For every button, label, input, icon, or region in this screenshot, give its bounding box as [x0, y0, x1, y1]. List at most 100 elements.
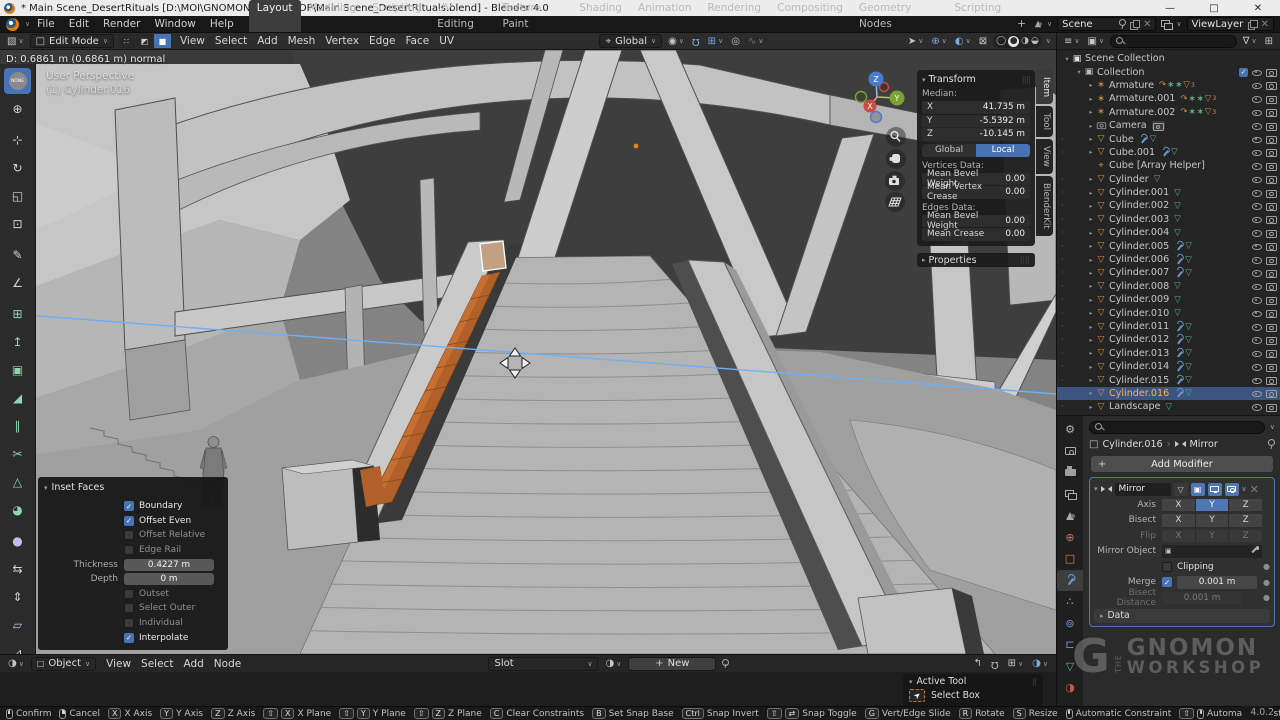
workspace-tab-rendering[interactable]: Rendering — [699, 0, 769, 32]
disable-render-icon[interactable] — [1266, 68, 1277, 77]
maximize-button[interactable]: □ — [1192, 3, 1236, 14]
interpolate-checkbox[interactable]: ✓ — [124, 633, 134, 643]
hide-viewport-icon[interactable] — [1252, 148, 1262, 157]
workspace-tab-scripting[interactable]: Scripting — [946, 0, 1009, 32]
workspace-tab-shading[interactable]: Shading — [571, 0, 630, 32]
data-subpanel[interactable]: ▸ Data — [1094, 609, 1270, 623]
sidebar-tab-view[interactable]: View — [1036, 139, 1053, 174]
outliner-row-cylinder-015[interactable]: ·▸▽Cylinder.015▽ — [1057, 373, 1280, 386]
median-x[interactable]: X41.735 m — [922, 101, 1030, 114]
disable-render-icon[interactable] — [1266, 349, 1277, 358]
workspace-tab-compositing[interactable]: Compositing — [769, 0, 851, 32]
hide-viewport-icon[interactable] — [1252, 228, 1262, 237]
outliner-row-cylinder-005[interactable]: ·▸▽Cylinder.005▽ — [1057, 239, 1280, 252]
hide-viewport-icon[interactable] — [1252, 201, 1262, 210]
outliner-row-cube-001[interactable]: ·▸▽Cube.001▽ — [1057, 146, 1280, 159]
disable-render-icon[interactable] — [1266, 255, 1277, 264]
disclosure-icon[interactable]: ▸ — [1087, 363, 1095, 371]
node-overlays-dropdown[interactable]: ◑∨ — [1030, 658, 1050, 669]
disable-render-icon[interactable] — [1266, 188, 1277, 197]
hide-viewport-icon[interactable] — [1252, 322, 1262, 331]
hide-viewport-icon[interactable] — [1252, 175, 1262, 184]
edge-data-row-0[interactable]: Mean Bevel Weight0.00 — [922, 215, 1030, 228]
snap-toggle-button[interactable]: Ω — [690, 36, 702, 46]
properties-tab-material[interactable]: ◑ — [1058, 677, 1082, 699]
workspace-tab-animation[interactable]: Animation — [630, 0, 700, 32]
unlink-scene-icon[interactable]: ✕ — [1143, 19, 1151, 30]
spin-tool[interactable]: ◕ — [4, 497, 31, 523]
minimize-button[interactable]: — — [1148, 3, 1192, 14]
outliner-row-camera[interactable]: ▸Camera — [1057, 119, 1280, 132]
disable-render-icon[interactable] — [1266, 175, 1277, 184]
disable-render-icon[interactable] — [1266, 376, 1277, 385]
loop-cut-tool[interactable]: ∥ — [4, 413, 31, 439]
seg-flip-z[interactable]: Z — [1229, 530, 1262, 543]
disclosure-icon[interactable]: ▸ — [1087, 389, 1095, 397]
breadcrumb-object[interactable]: Cylinder.016 — [1102, 439, 1162, 450]
outliner-row-cylinder-003[interactable]: ·▸▽Cylinder.003▽ — [1057, 213, 1280, 226]
rip-region-tool[interactable]: ⊿ — [4, 640, 31, 654]
disclosure-icon[interactable]: ▸ — [1087, 215, 1095, 223]
shading-options-dropdown[interactable]: ∨ — [1046, 37, 1051, 45]
menu-render[interactable]: Render — [96, 16, 147, 32]
disclosure-icon[interactable]: ▸ — [1087, 296, 1095, 304]
rotate-tool[interactable]: ↻ — [4, 155, 31, 181]
disable-render-icon[interactable] — [1266, 242, 1277, 251]
hide-viewport-icon[interactable] — [1252, 309, 1262, 318]
eyedropper-icon[interactable] — [1249, 546, 1259, 556]
new-material-button[interactable]: +New — [628, 657, 716, 671]
hide-viewport-icon[interactable] — [1252, 402, 1262, 411]
properties-tab-view-layer[interactable] — [1058, 484, 1082, 506]
hide-viewport-icon[interactable] — [1252, 68, 1262, 77]
properties-tab-particles[interactable]: ∴ — [1058, 591, 1082, 613]
workspace-tab-sculpting[interactable]: Sculpting — [364, 0, 429, 32]
menu-edit[interactable]: Edit — [62, 16, 96, 32]
viewport-menu-uv[interactable]: UV — [434, 35, 459, 47]
slot-dropdown[interactable]: Slot ∨ — [488, 657, 598, 671]
annotate-tool[interactable]: ✎ — [4, 242, 31, 268]
blender-menu-icon[interactable] — [6, 18, 19, 31]
shear-tool[interactable]: ▱ — [4, 612, 31, 638]
seg-bisect-z[interactable]: Z — [1229, 514, 1262, 527]
outliner-row-cylinder-008[interactable]: ·▸▽Cylinder.008▽ — [1057, 280, 1280, 293]
measure-tool[interactable]: ∠ — [4, 270, 31, 296]
grip-icon[interactable]: ⣿⣿ — [1022, 76, 1030, 84]
disable-render-icon[interactable] — [1266, 215, 1277, 224]
local-button[interactable]: Local — [976, 144, 1030, 157]
outliner-row-cylinder-004[interactable]: ·▸▽Cylinder.004▽ — [1057, 226, 1280, 239]
hide-viewport-icon[interactable] — [1252, 81, 1262, 90]
seg-bisect-y[interactable]: Y — [1196, 514, 1230, 527]
disclosure-icon[interactable]: ▾ — [1075, 68, 1083, 76]
disclosure-icon[interactable]: ▸ — [1087, 349, 1095, 357]
disable-render-icon[interactable] — [1266, 121, 1277, 130]
properties-tab-output[interactable] — [1058, 462, 1082, 484]
menu-window[interactable]: Window — [147, 16, 202, 32]
viewport-menu-vertex[interactable]: Vertex — [320, 35, 364, 47]
properties-tab-constraints[interactable]: ⊏ — [1058, 634, 1082, 656]
workspace-tab-layout[interactable]: Layout — [249, 0, 301, 32]
move-tool[interactable]: ⊹ — [4, 127, 31, 153]
seg-axis-y[interactable]: Y — [1196, 499, 1230, 512]
collapse-icon[interactable]: ▾ — [44, 484, 48, 492]
hide-viewport-icon[interactable] — [1252, 376, 1262, 385]
properties-tab-scene[interactable] — [1058, 505, 1082, 527]
bevel-tool[interactable]: ◢ — [4, 385, 31, 411]
disable-render-icon[interactable] — [1266, 108, 1277, 117]
object-type-visibility-dropdown[interactable]: ➤∨ — [906, 36, 926, 47]
hide-viewport-icon[interactable] — [1252, 94, 1262, 103]
scene-selector[interactable]: Scene ✕ — [1057, 17, 1156, 31]
disable-render-icon[interactable] — [1266, 148, 1277, 157]
hide-viewport-icon[interactable] — [1252, 135, 1262, 144]
collapse-icon[interactable]: ▾ — [922, 76, 926, 84]
disable-render-icon[interactable] — [1266, 282, 1277, 291]
delete-modifier-button[interactable]: ✕ — [1250, 483, 1259, 496]
add-workspace-tab[interactable]: + — [1009, 16, 1034, 32]
disclosure-icon[interactable]: ▸ — [1087, 108, 1095, 116]
outliner-row-cylinder-010[interactable]: ·▸▽Cylinder.010▽ — [1057, 306, 1280, 319]
transform-orientation-dropdown[interactable]: ⌖ Global ∨ — [599, 34, 662, 48]
outliner-row-armature-001[interactable]: ▸∗Armature.001↷∗∗▽3 — [1057, 92, 1280, 105]
editor-type-button[interactable]: ▧∨ — [5, 36, 26, 47]
disable-render-icon[interactable] — [1266, 309, 1277, 318]
show-in-editmode-toggle[interactable]: ▣ — [1191, 483, 1205, 496]
merge-value-field[interactable]: 0.001 m — [1177, 576, 1257, 589]
